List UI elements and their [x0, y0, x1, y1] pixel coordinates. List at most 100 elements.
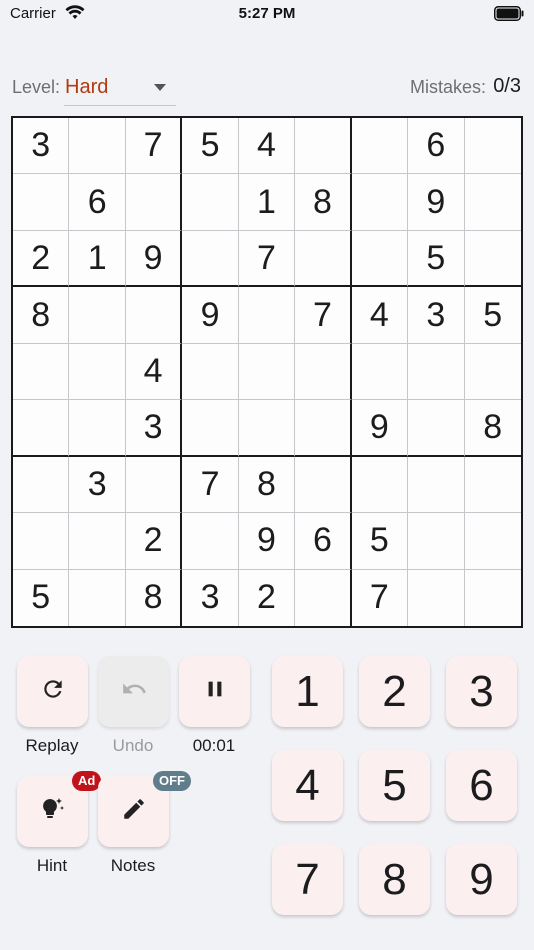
board-cell[interactable]: 5 [464, 287, 521, 344]
board-cell[interactable] [125, 287, 183, 344]
number-button[interactable]: 2 [359, 656, 430, 727]
board-cell[interactable] [13, 513, 70, 570]
board-cell[interactable] [295, 400, 352, 457]
board-cell[interactable] [408, 343, 465, 401]
board-cell[interactable] [464, 457, 521, 514]
board-cell[interactable]: 7 [182, 456, 239, 514]
board-cell[interactable]: 7 [352, 569, 409, 626]
board-cell[interactable] [464, 118, 521, 175]
board-cell[interactable]: 2 [125, 513, 183, 570]
board-cell[interactable]: 7 [125, 118, 183, 175]
board-cell[interactable] [13, 400, 70, 457]
board-cell[interactable]: 3 [69, 456, 126, 514]
board-cell[interactable]: 8 [126, 569, 183, 626]
number-button[interactable]: 9 [446, 844, 517, 915]
board-cell[interactable]: 9 [408, 174, 465, 231]
board-cell[interactable] [408, 513, 465, 570]
board-cell[interactable] [69, 400, 126, 457]
board-cell[interactable]: 1 [69, 230, 126, 288]
board-cell[interactable]: 6 [408, 118, 465, 175]
board-cell[interactable] [13, 174, 70, 231]
mistakes-label: Mistakes: [409, 77, 486, 97]
board-cell[interactable] [351, 174, 409, 231]
board-cell[interactable] [295, 456, 352, 514]
board-cell[interactable] [13, 343, 70, 401]
board-cell[interactable]: 8 [295, 174, 352, 231]
status-time: 5:27 PM [238, 5, 296, 22]
board-cell[interactable]: 8 [13, 287, 70, 344]
board-cell[interactable] [295, 569, 352, 626]
board-cell[interactable] [464, 174, 521, 231]
board-cell[interactable] [351, 343, 409, 401]
board-cell[interactable] [125, 456, 183, 514]
board-cell[interactable] [408, 400, 465, 457]
number-button[interactable]: 3 [446, 656, 517, 727]
number-button[interactable]: 5 [359, 750, 430, 821]
board-cell[interactable] [408, 456, 465, 514]
board-cell[interactable] [182, 174, 239, 231]
board-cell[interactable] [408, 569, 465, 626]
number-button[interactable]: 8 [359, 844, 430, 915]
board-cell[interactable]: 7 [238, 230, 296, 288]
board-cell[interactable]: 9 [182, 287, 239, 344]
board-cell[interactable]: 5 [351, 513, 409, 570]
status-bar: Carrier 5:27 PM [0, 0, 534, 30]
board-cell[interactable] [69, 569, 126, 626]
board-cell[interactable] [351, 456, 409, 514]
board-cell[interactable]: 9 [351, 400, 409, 457]
undo-button[interactable] [98, 656, 169, 727]
number-button[interactable]: 7 [272, 844, 343, 915]
pause-button[interactable] [179, 656, 250, 727]
board-cell[interactable] [295, 230, 352, 288]
board-cell[interactable]: 4 [351, 287, 409, 344]
pencil-icon [121, 796, 147, 827]
board-cell[interactable] [69, 513, 126, 570]
board-cell[interactable] [295, 118, 352, 175]
mistakes-count: 0/3 [493, 75, 521, 97]
undo-label: Undo [112, 736, 154, 755]
board-cell[interactable]: 5 [408, 230, 465, 288]
board-cell[interactable] [464, 344, 521, 401]
number-button[interactable]: 1 [272, 656, 343, 727]
board-cell[interactable]: 3 [408, 287, 465, 344]
number-button[interactable]: 4 [272, 750, 343, 821]
board-cell[interactable]: 3 [182, 569, 239, 626]
board-cell[interactable]: 3 [13, 118, 70, 175]
board-cell[interactable]: 7 [295, 287, 352, 344]
board-cell[interactable] [182, 400, 239, 457]
board-cell[interactable]: 3 [125, 400, 183, 457]
board-cell[interactable]: 8 [238, 456, 296, 514]
board-cell[interactable]: 6 [69, 174, 126, 231]
board-cell[interactable] [182, 230, 239, 288]
board-cell[interactable]: 9 [238, 513, 296, 570]
board-cell[interactable] [295, 343, 352, 401]
board-cell[interactable]: 6 [295, 513, 352, 570]
board-cell[interactable] [464, 513, 521, 570]
board-cell[interactable] [13, 456, 70, 514]
board-cell[interactable]: 4 [125, 343, 183, 401]
board-cell[interactable]: 2 [239, 569, 296, 626]
board-cell[interactable] [464, 231, 521, 288]
board-cell[interactable] [69, 343, 126, 401]
board-cell[interactable] [351, 118, 409, 175]
board-cell[interactable]: 2 [13, 230, 70, 288]
board-cell[interactable] [182, 513, 239, 570]
board-cell[interactable]: 9 [125, 230, 183, 288]
board-cell[interactable]: 5 [182, 118, 239, 175]
board-cell[interactable] [238, 400, 296, 457]
number-button[interactable]: 6 [446, 750, 517, 821]
level-dropdown[interactable]: Hard [64, 72, 176, 106]
board-cell[interactable] [351, 230, 409, 288]
board-cell[interactable]: 1 [238, 174, 296, 231]
board-cell[interactable]: 4 [238, 118, 296, 175]
board-cell[interactable] [238, 343, 296, 401]
board-cell[interactable]: 5 [13, 569, 70, 626]
board-cell[interactable] [182, 343, 239, 401]
board-cell[interactable] [465, 570, 521, 626]
board-cell[interactable]: 8 [464, 400, 521, 457]
board-cell[interactable] [69, 118, 126, 175]
board-cell[interactable] [125, 174, 183, 231]
board-cell[interactable] [238, 287, 296, 344]
board-cell[interactable] [69, 287, 126, 344]
replay-button[interactable] [17, 656, 88, 727]
